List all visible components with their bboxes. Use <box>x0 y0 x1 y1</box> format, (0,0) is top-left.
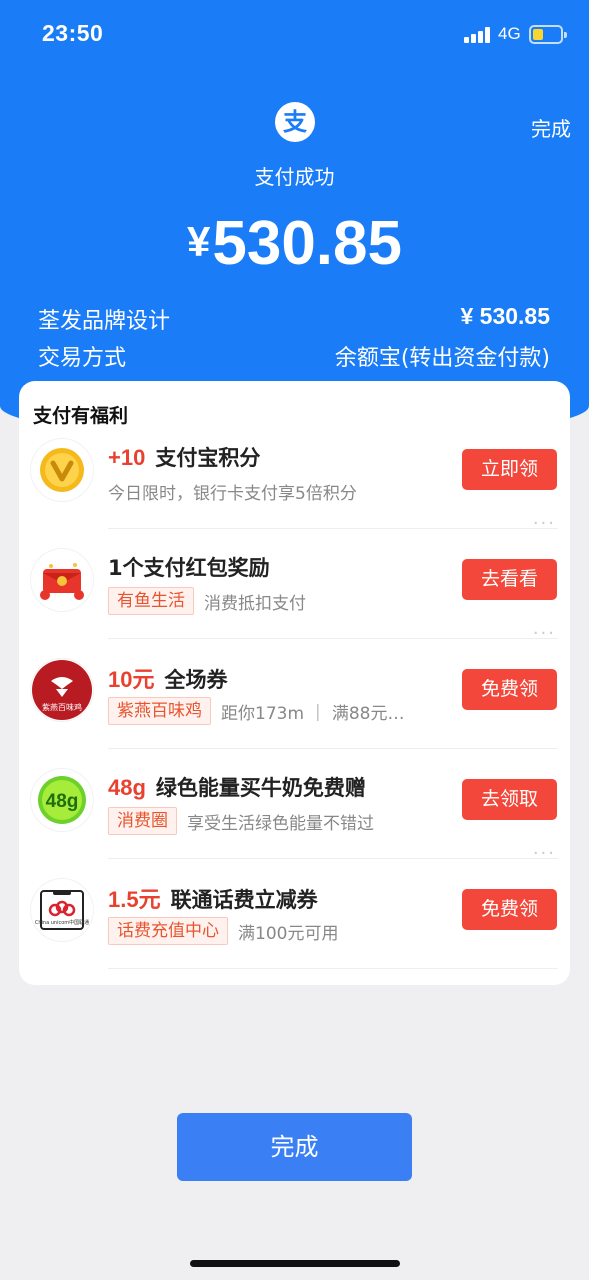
view-button[interactable]: 去看看 <box>462 559 557 600</box>
benefit-item[interactable]: 48g 48g 绿色能量买牛奶免费赠 消费圈 享受生活绿色能量不错过 去领取 <box>19 749 570 859</box>
benefit-item[interactable]: ··· 1个支付红包奖励 有鱼生活 消费抵扣支付 去看看 <box>19 515 570 639</box>
benefit-desc: 享受生活绿色能量不错过 <box>187 813 374 834</box>
benefit-desc-row: 今日限时，银行卡支付享5倍积分 <box>108 477 357 505</box>
benefit-title-text: 全场券 <box>164 668 228 692</box>
china-unicom-icon: China unicom中国联通 <box>31 879 93 941</box>
home-indicator[interactable] <box>190 1260 400 1267</box>
alipay-logo-icon: 支 <box>275 102 315 142</box>
payment-amount: ¥530.85 <box>0 208 589 279</box>
network-type: 4G <box>498 24 521 43</box>
benefit-desc: 满100元可用 <box>238 923 339 944</box>
svg-text:48g: 48g <box>46 791 79 812</box>
payment-method-label: 交易方式 <box>38 346 127 371</box>
benefit-desc: 距你173m ｜ 满88元… <box>221 703 405 724</box>
more-options-icon[interactable]: ··· <box>533 625 556 643</box>
more-options-icon[interactable]: ··· <box>533 515 556 533</box>
header-done-button[interactable]: 完成 <box>531 113 571 142</box>
benefit-title-text: 绿色能量买牛奶免费赠 <box>155 776 366 800</box>
payment-method-value: 余额宝(转出资金付款) <box>334 346 550 371</box>
merchant-name: 荃发品牌设计 <box>38 309 171 334</box>
benefit-desc: 消费抵扣支付 <box>204 593 306 614</box>
amount-value: 530.85 <box>212 209 402 278</box>
merchant-amount: ¥ 530.85 <box>460 303 550 329</box>
payment-status-text: 支付成功 <box>254 165 335 189</box>
benefit-title-text: 联通话费立减券 <box>170 888 318 912</box>
benefit-highlight: 10元 <box>108 667 155 692</box>
benefit-desc: 今日限时，银行卡支付享5倍积分 <box>108 483 357 504</box>
green-energy-icon: 48g <box>31 769 93 831</box>
benefits-card: 支付有福利 +10支付宝积分 今日限时，银行卡支付享5倍积分 立即领 ··· <box>19 381 570 985</box>
status-bar: 23:50 4G <box>0 0 589 66</box>
benefit-title-text: 1个支付红包奖励 <box>108 556 270 580</box>
claim-free-button[interactable]: 免费领 <box>462 889 557 930</box>
svg-text:紫燕百味鸡: 紫燕百味鸡 <box>42 702 82 712</box>
claim-button[interactable]: 立即领 <box>462 449 557 490</box>
benefit-desc-row: 紫燕百味鸡 距你173m ｜ 满88元… <box>108 697 404 725</box>
battery-icon <box>529 25 567 44</box>
benefit-item[interactable]: ··· 紫燕百味鸡 10元 全场券 紫燕百味鸡 距你173m ｜ 满88元… 免费… <box>19 625 570 749</box>
benefit-tag: 话费充值中心 <box>108 917 228 945</box>
benefit-title: 1.5元 联通话费立减券 <box>108 882 318 914</box>
benefit-title-text: 支付宝积分 <box>155 446 261 470</box>
benefit-tag: 消费圈 <box>108 807 177 835</box>
divider <box>108 968 558 969</box>
currency-symbol: ¥ <box>187 218 211 265</box>
benefit-item[interactable]: +10 支付宝积分 今日限时，银行卡支付享5倍积分 立即领 <box>19 419 570 529</box>
benefit-highlight: 1.5元 <box>108 887 161 912</box>
claim-button[interactable]: 去领取 <box>462 779 557 820</box>
done-button[interactable]: 完成 <box>177 1113 412 1181</box>
svg-text:China unicom中国联通: China unicom中国联通 <box>35 919 89 926</box>
benefit-item[interactable]: ··· China unicom中国联通 1.5元 联通话费立减券 话费充值中心 … <box>19 845 570 969</box>
benefit-title: 10元 全场券 <box>108 662 227 694</box>
benefit-title: +10 支付宝积分 <box>108 442 260 472</box>
ziyan-logo-icon: 紫燕百味鸡 <box>31 659 93 721</box>
claim-free-button[interactable]: 免费领 <box>462 669 557 710</box>
more-options-icon[interactable]: ··· <box>533 845 556 863</box>
benefit-highlight: 48g <box>108 775 146 800</box>
status-time: 23:50 <box>42 20 104 46</box>
benefit-desc-row: 有鱼生活 消费抵扣支付 <box>108 587 306 615</box>
points-coin-icon <box>31 439 93 501</box>
benefit-desc-row: 消费圈 享受生活绿色能量不错过 <box>108 807 374 835</box>
red-envelope-icon <box>31 549 93 611</box>
benefit-tag: 紫燕百味鸡 <box>108 697 211 725</box>
benefit-title: 48g 绿色能量买牛奶免费赠 <box>108 772 366 802</box>
benefit-desc-row: 话费充值中心 满100元可用 <box>108 917 338 945</box>
benefit-highlight: +10 <box>108 445 146 470</box>
benefit-title: 1个支付红包奖励 <box>108 552 270 582</box>
benefit-tag: 有鱼生活 <box>108 587 194 615</box>
cellular-signal-icon <box>464 27 492 43</box>
